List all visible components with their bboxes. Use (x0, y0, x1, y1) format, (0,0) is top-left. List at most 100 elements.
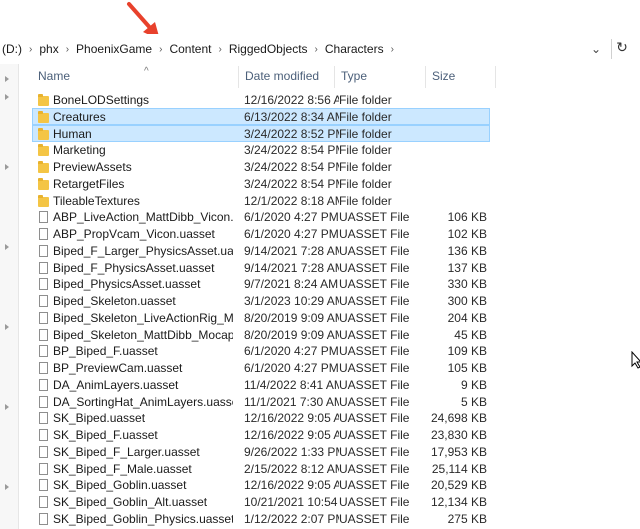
file-row[interactable]: SK_Biped_F_Larger.uasset 9/26/2022 1:33 P… (32, 443, 490, 460)
refresh-icon[interactable]: ↻ (611, 39, 632, 59)
file-type: UASSET File (339, 478, 410, 493)
folder-icon (38, 194, 49, 207)
file-row[interactable]: Human 3/24/2022 8:52 PM File folder (32, 124, 490, 142)
file-row[interactable]: RetargetFiles 3/24/2022 8:54 PM File folde… (32, 175, 490, 192)
file-name: Biped_Skeleton.uasset (53, 294, 176, 308)
breadcrumb-item-phoenixgame[interactable]: PhoenixGame (74, 42, 154, 56)
folder-icon (38, 110, 49, 123)
file-icon (39, 412, 48, 425)
file-row[interactable]: SK_Biped_Goblin.uasset 12/16/2022 9:05 AM… (32, 476, 490, 493)
file-row[interactable]: SK_Biped_Goblin_Physics.uasset 1/12/2022 … (32, 510, 490, 527)
file-row[interactable]: BP_PreviewCam.uasset 6/1/2020 4:27 PM UASS… (32, 359, 490, 376)
sort-ascending-icon: ^ (144, 66, 149, 77)
breadcrumb-separator-icon[interactable]: › (61, 44, 74, 55)
folder-icon (38, 144, 49, 157)
file-date: 3/24/2022 8:54 PM (244, 143, 339, 158)
file-name: DA_SortingHat_AnimLayers.uasset (53, 394, 233, 409)
file-date: 11/1/2021 7:30 AM (244, 394, 339, 409)
file-type: UASSET File (339, 260, 410, 275)
file-row[interactable]: ABP_PropVcam_Vicon.uasset 6/1/2020 4:27 P… (32, 225, 490, 242)
file-size: 330 KB (447, 277, 487, 292)
breadcrumb-separator-icon[interactable]: › (213, 44, 226, 55)
file-name: Biped_F_PhysicsAsset.uasset (53, 260, 215, 275)
file-row[interactable]: Biped_Skeleton_MattDibb_MocapActor.u... 8… (32, 326, 490, 343)
file-row[interactable]: PreviewAssets 3/24/2022 8:54 PM File folde… (32, 158, 490, 175)
file-row[interactable]: DA_SortingHat_AnimLayers.uasset 11/1/2021… (32, 393, 490, 410)
file-size: 300 KB (447, 294, 487, 308)
file-type: UASSET File (339, 394, 410, 409)
breadcrumb-item-riggedobjects[interactable]: RiggedObjects (227, 42, 310, 56)
file-row[interactable]: Creatures 6/13/2022 8:34 AM File folder (32, 107, 490, 125)
expand-arrow-icon[interactable] (5, 76, 9, 82)
file-icon (39, 278, 48, 291)
file-row[interactable]: DA_AnimLayers.uasset 11/4/2022 8:41 AM UAS… (32, 376, 490, 393)
file-row[interactable]: ABP_LiveAction_MattDibb_Vicon.uasset 6/1/… (32, 208, 490, 225)
file-size: 23,830 KB (430, 428, 487, 442)
file-date: 10/21/2021 10:54 ... (244, 495, 339, 509)
file-date: 9/14/2021 7:28 AM (244, 260, 339, 275)
file-type: File folder (339, 93, 392, 107)
file-type: File folder (339, 176, 392, 191)
expand-arrow-icon[interactable] (5, 324, 9, 330)
file-row[interactable]: Biped_PhysicsAsset.uasset 9/7/2021 8:24 A… (32, 275, 490, 292)
breadcrumb-item-phx[interactable]: phx (37, 42, 60, 56)
file-name: ABP_LiveAction_MattDibb_Vicon.uasset (53, 210, 233, 225)
file-size: 17,953 KB (430, 444, 487, 459)
file-size: 20,529 KB (430, 478, 487, 493)
expand-arrow-icon[interactable] (5, 164, 9, 170)
file-name: SK_Biped_F_Larger.uasset (53, 444, 200, 459)
file-size: 105 KB (447, 361, 487, 375)
expand-arrow-icon[interactable] (5, 404, 9, 410)
file-row[interactable]: Biped_Skeleton_LiveActionRig_MattDibb...… (32, 309, 490, 326)
file-row[interactable]: Marketing 3/24/2022 8:54 PM File folder (32, 141, 490, 158)
chevron-down-icon[interactable]: ⌄ (588, 42, 604, 56)
navigation-pane[interactable] (0, 64, 19, 529)
file-icon (39, 362, 48, 374)
file-size: 45 KB (454, 327, 487, 342)
expand-arrow-icon[interactable] (5, 244, 9, 250)
folder-icon (38, 127, 49, 140)
breadcrumb-separator-icon[interactable]: › (386, 44, 399, 55)
expand-arrow-icon[interactable] (5, 94, 9, 100)
file-row[interactable]: TileableTextures 12/1/2022 8:18 AM File fo… (32, 192, 490, 209)
column-header-date[interactable]: Date modified (239, 66, 335, 88)
file-row[interactable]: BoneLODSettings 12/16/2022 8:56 AMFile fo… (32, 91, 490, 108)
file-icon (39, 244, 48, 257)
breadcrumb-item-content[interactable]: Content (167, 42, 213, 56)
file-size: 25,114 KB (431, 461, 487, 476)
file-name: SK_Biped.uasset (53, 411, 146, 426)
file-row[interactable]: SK_Biped_F_Male.uasset 2/15/2022 8:12 AM U… (32, 460, 490, 477)
file-row[interactable]: Biped_F_Larger_PhysicsAsset.uasset 9/14/2… (32, 242, 490, 259)
breadcrumb-separator-icon[interactable]: › (310, 44, 323, 55)
file-row[interactable]: Biped_F_PhysicsAsset.uasset 9/14/2021 7:2… (32, 259, 490, 276)
file-date: 12/16/2022 9:05 AM (244, 411, 339, 426)
file-name: RetargetFiles (53, 176, 125, 191)
address-bar[interactable]: (D:) › phx › PhoenixGame › Content › Rig… (0, 34, 640, 64)
column-header-type[interactable]: Type (335, 66, 426, 88)
file-date: 6/1/2020 4:27 PM (244, 210, 339, 225)
file-type: File folder (339, 126, 392, 141)
breadcrumb-separator-icon[interactable]: › (24, 44, 37, 55)
file-name: PreviewAssets (53, 160, 132, 174)
file-type: UASSET File (339, 227, 410, 241)
file-date: 6/1/2020 4:27 PM (244, 344, 339, 359)
breadcrumb-item-characters[interactable]: Characters (323, 42, 386, 56)
file-name: Biped_Skeleton_LiveActionRig_MattDibb... (53, 310, 233, 325)
file-row[interactable]: Biped_Skeleton.uasset 3/1/2023 10:29 AM UA… (32, 292, 490, 309)
file-date: 3/24/2022 8:54 PM (244, 160, 339, 174)
column-header-name[interactable]: Name ^ (32, 66, 239, 88)
file-size: 5 KB (460, 394, 487, 409)
breadcrumb-item-drive[interactable]: (D:) (0, 42, 24, 56)
file-row[interactable]: BP_Biped_F.uasset 6/1/2020 4:27 PM UASSET … (32, 342, 490, 359)
file-date: 3/24/2022 8:54 PM (244, 176, 339, 191)
file-row[interactable]: SK_Biped.uasset 12/16/2022 9:05 AMUASSET … (32, 409, 490, 426)
file-row[interactable]: SK_Biped_F.uasset 12/16/2022 9:05 AMUASSE… (32, 426, 490, 443)
file-type: UASSET File (339, 461, 410, 476)
breadcrumb-separator-icon[interactable]: › (154, 44, 167, 55)
column-header-size[interactable]: Size (426, 66, 496, 88)
file-row[interactable]: SK_Biped_Goblin_Alt.uasset 10/21/2021 10:… (32, 493, 490, 510)
file-type: UASSET File (339, 411, 410, 426)
file-date: 2/15/2022 8:12 AM (244, 461, 339, 476)
expand-arrow-icon[interactable] (5, 484, 9, 490)
file-date: 12/1/2022 8:18 AM (244, 193, 339, 208)
